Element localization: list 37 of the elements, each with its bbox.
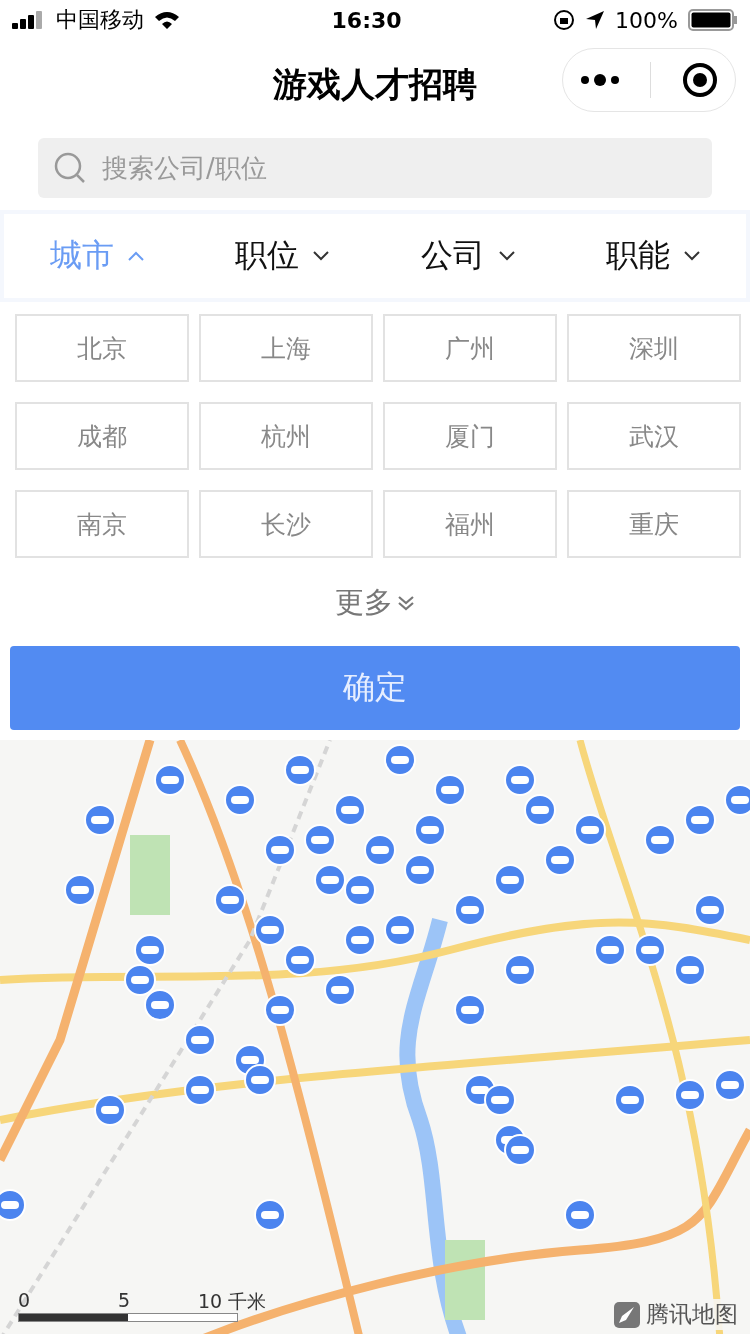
caret-icon [684, 251, 701, 261]
rotation-lock-icon [553, 9, 576, 31]
city-option[interactable]: 深圳 [567, 314, 741, 382]
filter-tab[interactable]: 公司 [375, 233, 561, 279]
filter-tab[interactable]: 职能 [560, 233, 746, 279]
carrier-name: 中国移动 [56, 6, 144, 34]
caret-icon [313, 251, 330, 261]
filter-tab[interactable]: 城市 [4, 233, 190, 279]
city-option[interactable]: 杭州 [199, 402, 373, 470]
city-option[interactable]: 南京 [15, 490, 189, 558]
city-option[interactable]: 北京 [15, 314, 189, 382]
city-option[interactable]: 福州 [383, 490, 557, 558]
page-title: 游戏人才招聘 [273, 63, 477, 106]
scale-label: 5 [118, 1289, 131, 1311]
more-link[interactable]: 更多 [329, 582, 421, 624]
filter-tab[interactable]: 职位 [189, 233, 375, 279]
clock-time: 16:30 [331, 7, 402, 33]
city-option[interactable]: 成都 [15, 402, 189, 470]
city-option[interactable]: 厦门 [383, 402, 557, 470]
city-option[interactable]: 长沙 [199, 490, 373, 558]
location-arrow-icon [585, 10, 606, 30]
city-option[interactable]: 重庆 [567, 490, 741, 558]
search-field[interactable]: 搜索公司/职位 [38, 138, 712, 198]
search-icon [54, 152, 86, 184]
scale-label: 0 [18, 1289, 31, 1311]
scale-label: 10 千米 [198, 1289, 267, 1314]
caret-icon [127, 251, 144, 261]
caret-icon [498, 251, 515, 261]
double-chevron-icon [397, 594, 415, 612]
battery-icon [688, 9, 738, 31]
city-option[interactable]: 广州 [383, 314, 557, 382]
city-option[interactable]: 武汉 [567, 402, 741, 470]
battery-percentage: 100% [615, 7, 678, 33]
wifi-icon [154, 10, 180, 30]
confirm-button[interactable]: 确定 [10, 646, 740, 730]
city-option[interactable]: 上海 [199, 314, 373, 382]
map-attribution: 腾讯地图 [646, 1300, 738, 1329]
